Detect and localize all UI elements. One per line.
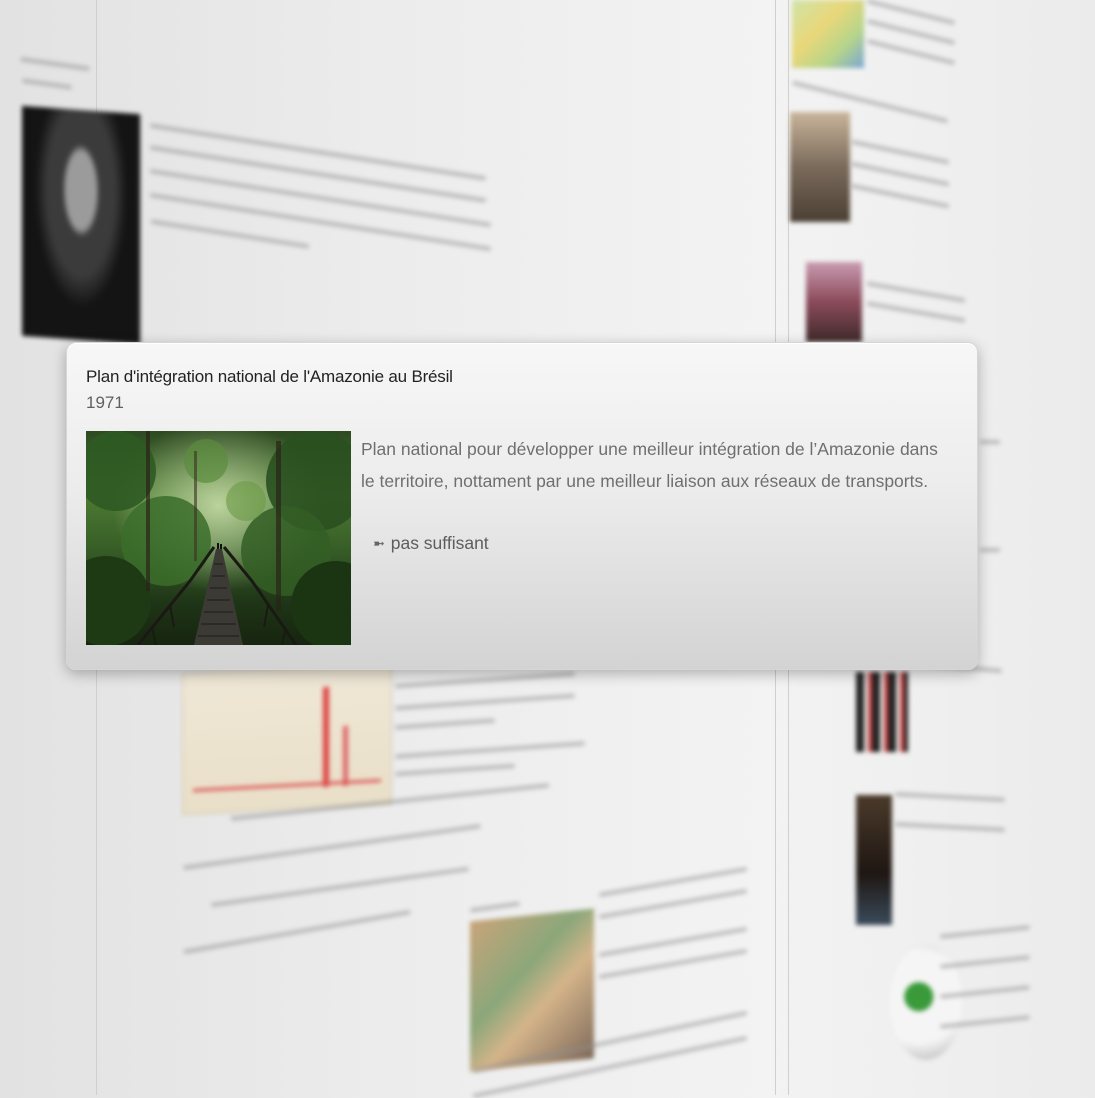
rainforest-photo-drawing	[86, 431, 351, 645]
event-year: 1971	[86, 393, 124, 412]
verdict-row: ➼ pas suffisant	[373, 533, 489, 554]
verdict-label: pas suffisant	[390, 533, 489, 553]
event-description: Plan national pour développer une meille…	[361, 439, 938, 491]
double-arrow-right-icon: ➼	[373, 535, 385, 551]
event-title: Plan d'intégration national de l'Amazoni…	[86, 367, 453, 386]
rainforest-boardwalk-photo	[86, 431, 351, 645]
event-detail-card[interactable]: Plan d'intégration national de l'Amazoni…	[66, 342, 978, 670]
